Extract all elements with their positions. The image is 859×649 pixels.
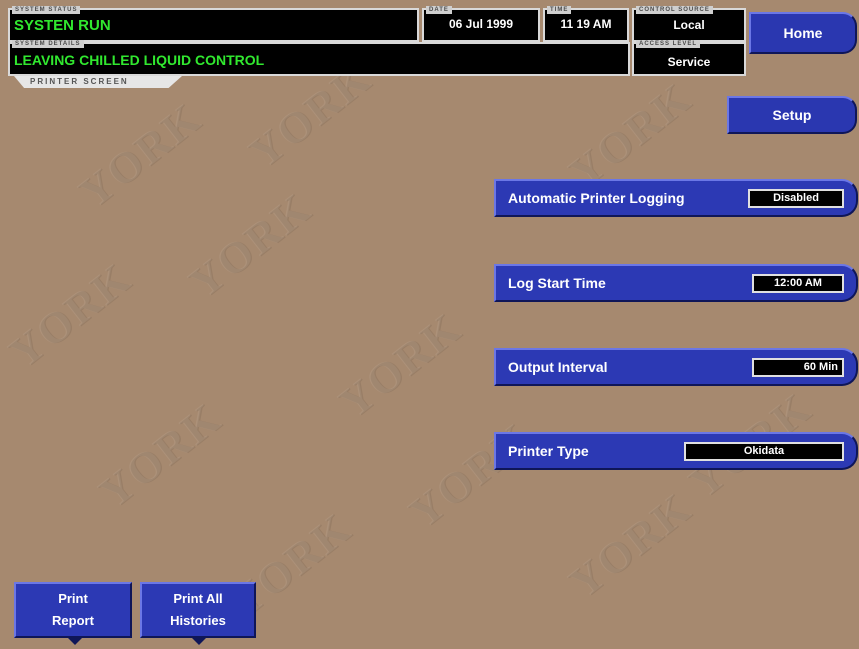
system-details-caption: SYSTEM DETAILS — [12, 40, 84, 48]
log-start-time-row[interactable]: Log Start Time 12:00 AM — [494, 264, 858, 302]
print-all-histories-line1: Print All — [173, 591, 223, 606]
button-pointer-icon — [190, 636, 208, 645]
log-start-time-value[interactable]: 12:00 AM — [752, 274, 844, 293]
printer-type-value[interactable]: Okidata — [684, 442, 844, 461]
button-pointer-icon — [66, 636, 84, 645]
control-source-caption: CONTROL SOURCE — [636, 6, 713, 14]
date-value: 06 Jul 1999 — [448, 17, 514, 31]
watermark-logo: YORK — [89, 393, 231, 518]
watermark-logo: YORK — [559, 483, 701, 608]
output-interval-row[interactable]: Output Interval 60 Min — [494, 348, 858, 386]
print-report-line2: Report — [52, 613, 94, 628]
setup-button[interactable]: Setup — [727, 96, 857, 134]
printer-screen: YORK YORK YORK YORK YORK YORK YORK YORK … — [0, 0, 859, 649]
printer-type-label: Printer Type — [508, 443, 589, 459]
print-all-histories-button[interactable]: Print All Histories — [140, 582, 256, 645]
time-caption: TIME — [547, 6, 572, 14]
setup-button-label: Setup — [772, 107, 812, 123]
watermark-logo: YORK — [329, 303, 471, 428]
system-status-caption: SYSTEM STATUS — [12, 6, 81, 14]
access-level-caption: ACCESS LEVEL — [636, 40, 701, 48]
automatic-printer-logging-row[interactable]: Automatic Printer Logging Disabled — [494, 179, 858, 217]
print-all-histories-line2: Histories — [170, 613, 226, 628]
print-report-button[interactable]: Print Report — [14, 582, 132, 645]
system-details-value: LEAVING CHILLED LIQUID CONTROL — [14, 52, 265, 68]
access-level-value: Service — [667, 55, 711, 69]
watermark-logo: YORK — [179, 183, 321, 308]
printer-type-row[interactable]: Printer Type Okidata — [494, 432, 858, 470]
system-status-value: SYSTEN RUN — [14, 17, 111, 34]
log-start-time-label: Log Start Time — [508, 275, 606, 291]
time-value: 11 19 AM — [560, 17, 612, 31]
control-source-value: Local — [673, 18, 705, 32]
screen-title-tab: PRINTER SCREEN — [14, 76, 182, 88]
automatic-printer-logging-label: Automatic Printer Logging — [508, 190, 685, 206]
date-caption: DATE — [426, 6, 452, 14]
watermark-logo: YORK — [69, 93, 211, 218]
watermark-logo: YORK — [0, 253, 141, 378]
automatic-printer-logging-value[interactable]: Disabled — [748, 189, 844, 208]
home-button-label: Home — [783, 25, 823, 41]
print-report-line1: Print — [58, 591, 88, 606]
home-button[interactable]: Home — [749, 12, 857, 54]
output-interval-value[interactable]: 60 Min — [752, 358, 844, 377]
output-interval-label: Output Interval — [508, 359, 608, 375]
